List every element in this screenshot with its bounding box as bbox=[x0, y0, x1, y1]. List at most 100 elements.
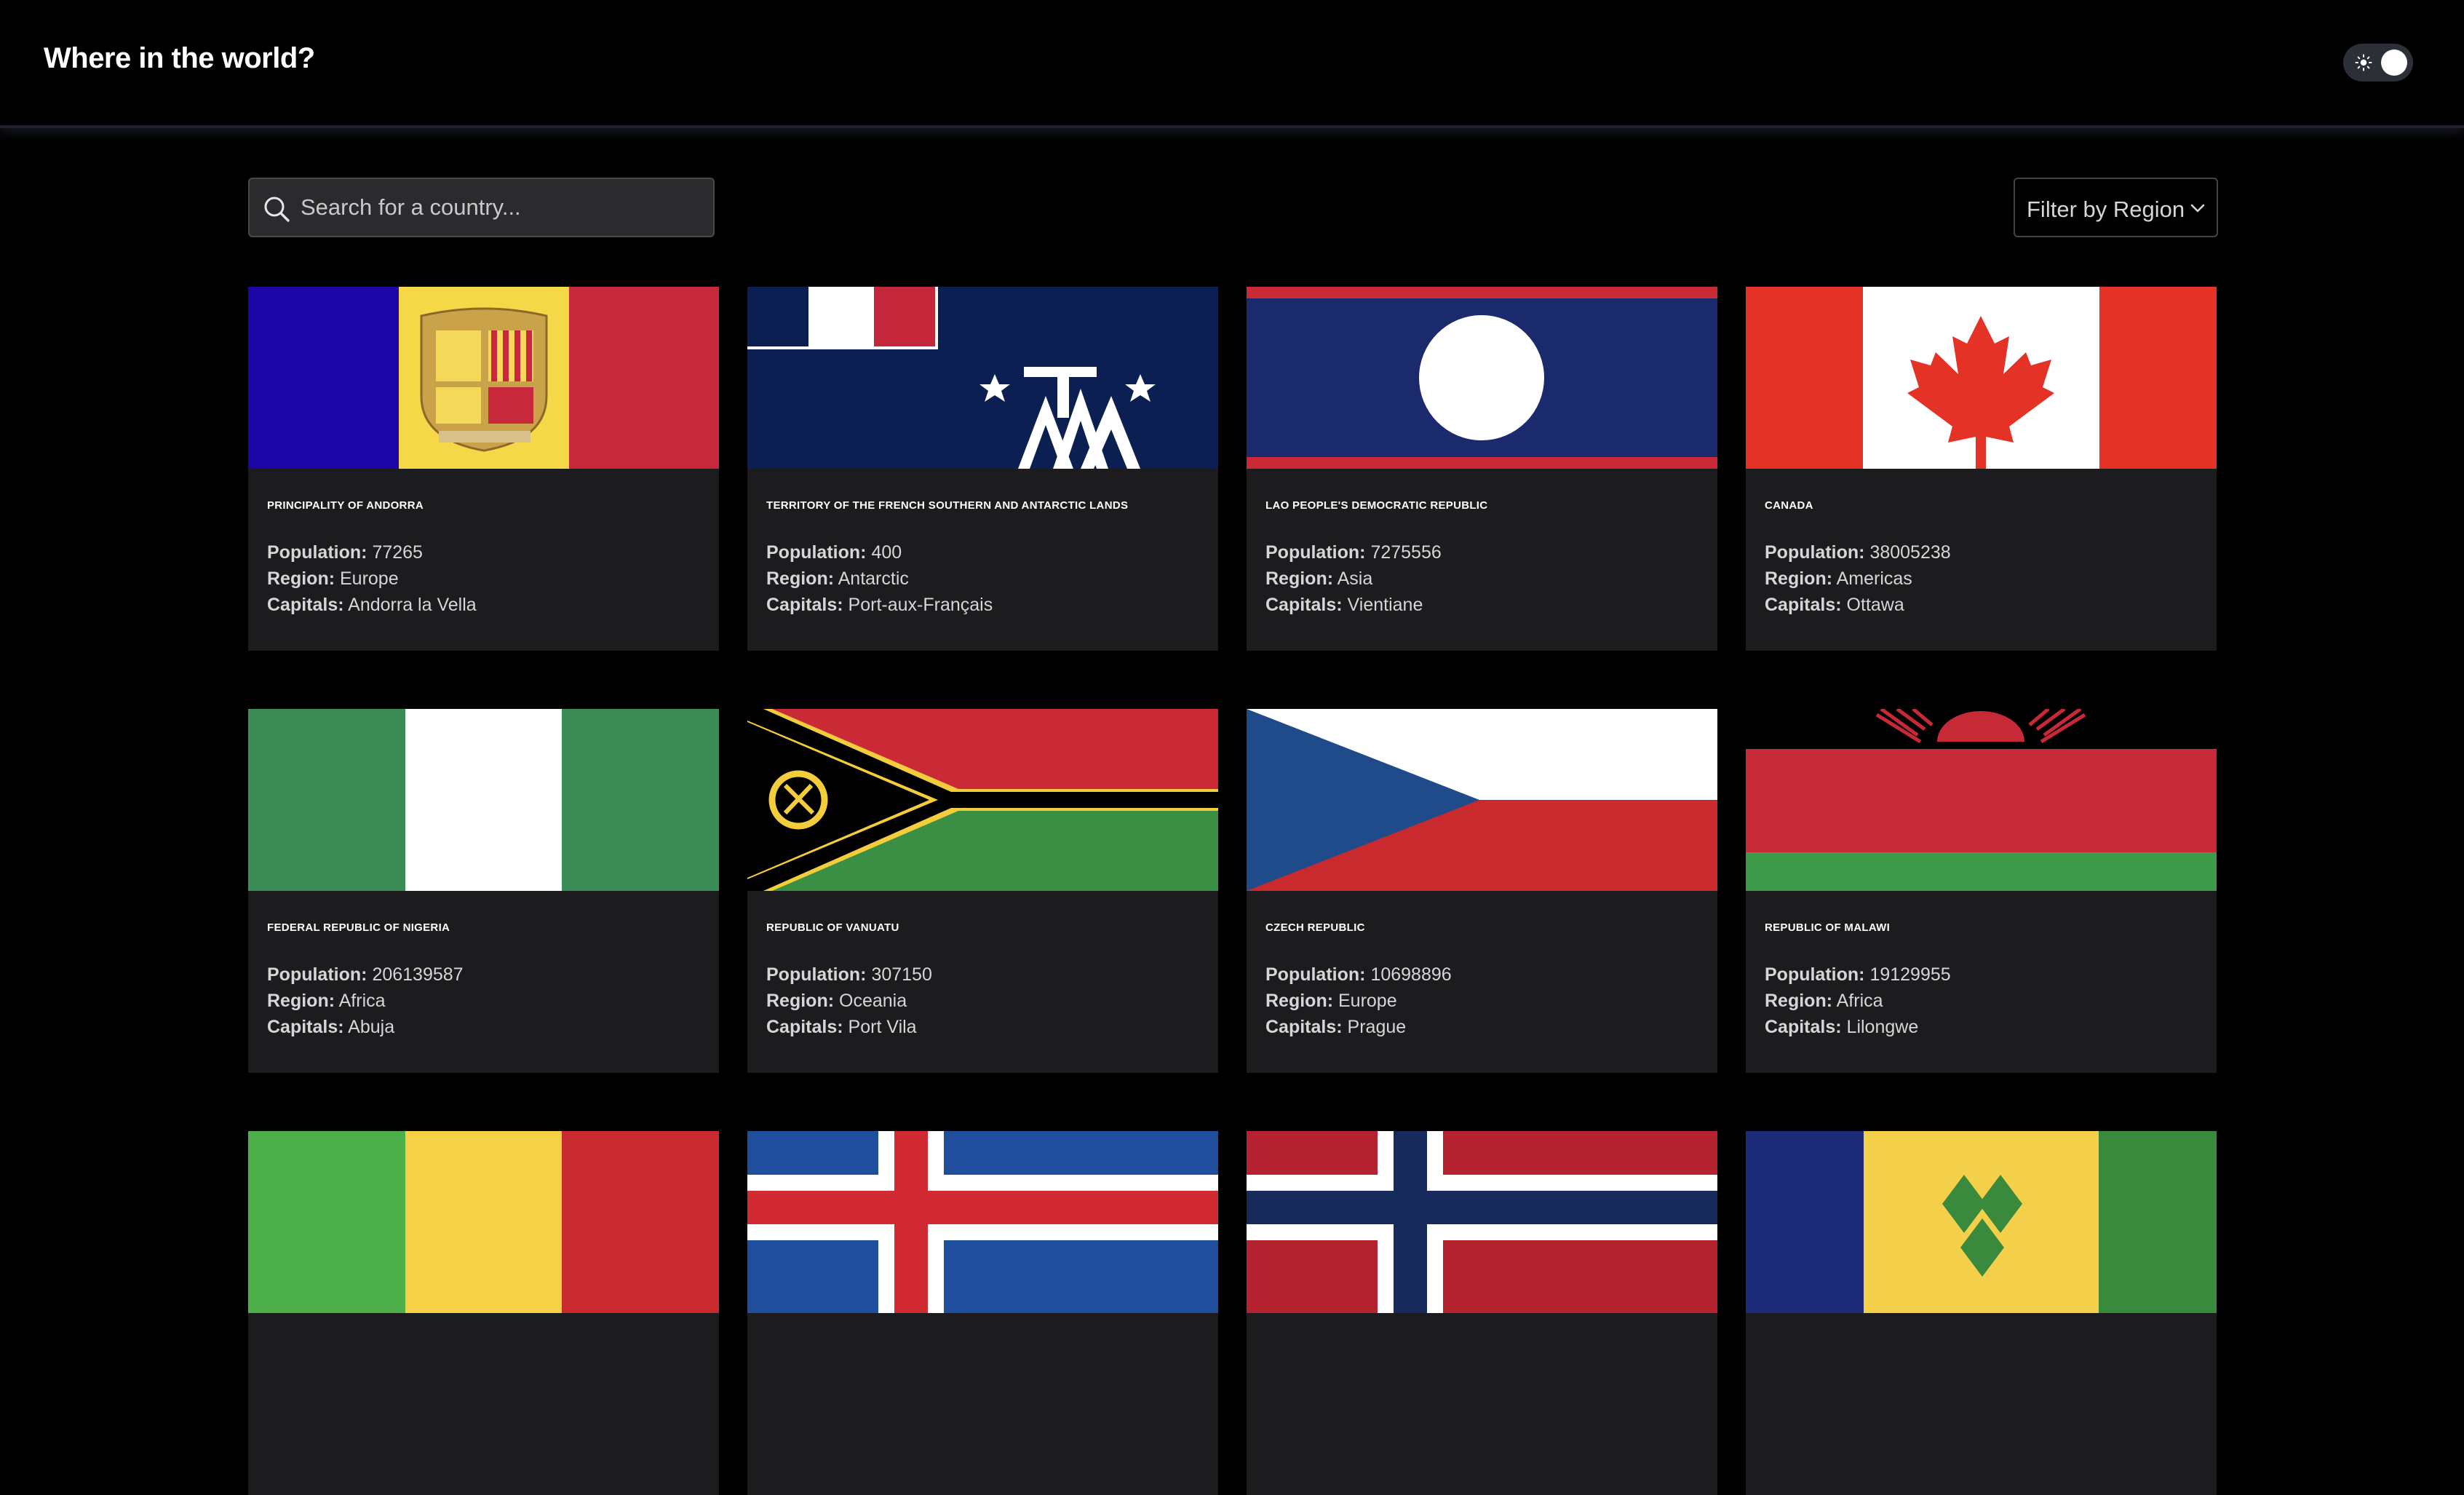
country-card[interactable]: REPUBLIC OF MALAWI Population: 19129955 … bbox=[1746, 709, 2217, 1073]
region-label: Region: bbox=[1765, 991, 1833, 1011]
flag-saint-vincent bbox=[1746, 1131, 2217, 1313]
capitals-stat: Capitals: Prague bbox=[1265, 1014, 1698, 1040]
flag-mali bbox=[248, 1131, 719, 1313]
capitals-value: Port-aux-Français bbox=[848, 595, 993, 615]
capitals-stat: Capitals: Port-aux-Français bbox=[766, 592, 1199, 618]
country-name[interactable]: REPUBLIC OF MALAWI bbox=[1765, 921, 2198, 934]
population-value: 400 bbox=[871, 542, 902, 563]
region-stat: Region: Africa bbox=[267, 988, 700, 1014]
country-card[interactable]: FEDERAL REPUBLIC OF NIGERIA Population: … bbox=[248, 709, 719, 1073]
population-value: 77265 bbox=[372, 542, 423, 563]
population-stat: Population: 400 bbox=[766, 539, 1199, 566]
population-label: Population: bbox=[766, 964, 867, 985]
capitals-value: Port Vila bbox=[848, 1017, 917, 1037]
population-value: 307150 bbox=[871, 964, 932, 985]
region-value: Americas bbox=[1836, 568, 1912, 589]
capitals-label: Capitals: bbox=[1765, 595, 1842, 615]
region-label: Region: bbox=[766, 568, 835, 589]
country-name[interactable]: CANADA bbox=[1765, 499, 2198, 512]
capitals-value: Ottawa bbox=[1846, 595, 1904, 615]
capitals-stat: Capitals: Lilongwe bbox=[1765, 1014, 2198, 1040]
region-stat: Region: Europe bbox=[1265, 988, 1698, 1014]
region-value: Europe bbox=[1338, 991, 1397, 1011]
region-value: Europe bbox=[340, 568, 399, 589]
capitals-label: Capitals: bbox=[766, 1017, 843, 1037]
region-stat: Region: Americas bbox=[1765, 566, 2198, 592]
country-name[interactable]: LAO PEOPLE'S DEMOCRATIC REPUBLIC bbox=[1265, 499, 1698, 512]
capitals-label: Capitals: bbox=[267, 1017, 344, 1037]
population-stat: Population: 10698896 bbox=[1265, 961, 1698, 988]
capitals-stat: Capitals: Andorra la Vella bbox=[267, 592, 700, 618]
capitals-stat: Capitals: Abuja bbox=[267, 1014, 700, 1040]
country-name[interactable]: TERRITORY OF THE FRENCH SOUTHERN AND ANT… bbox=[766, 499, 1199, 512]
region-label: Region: bbox=[1265, 568, 1334, 589]
country-card[interactable] bbox=[747, 1131, 1218, 1495]
population-label: Population: bbox=[1265, 964, 1366, 985]
country-name[interactable]: PRINCIPALITY OF ANDORRA bbox=[267, 499, 700, 512]
country-name[interactable]: CZECH REPUBLIC bbox=[1265, 921, 1698, 934]
population-value: 206139587 bbox=[372, 964, 464, 985]
country-card[interactable]: CANADA Population: 38005238 Region: Amer… bbox=[1746, 287, 2217, 651]
region-filter-dropdown[interactable]: Filter by Region bbox=[2014, 178, 2218, 237]
population-stat: Population: 77265 bbox=[267, 539, 700, 566]
region-stat: Region: Antarctic bbox=[766, 566, 1199, 592]
country-card[interactable]: CZECH REPUBLIC Population: 10698896 Regi… bbox=[1247, 709, 1717, 1073]
toggle-knob[interactable] bbox=[2381, 49, 2407, 76]
country-name[interactable]: REPUBLIC OF VANUATU bbox=[766, 921, 1199, 934]
country-card[interactable]: LAO PEOPLE'S DEMOCRATIC REPUBLIC Populat… bbox=[1247, 287, 1717, 651]
population-stat: Population: 307150 bbox=[766, 961, 1199, 988]
country-card[interactable] bbox=[1247, 1131, 1717, 1495]
region-value: Africa bbox=[1836, 991, 1883, 1011]
capitals-value: Lilongwe bbox=[1846, 1017, 1919, 1037]
country-card[interactable] bbox=[1746, 1131, 2217, 1495]
app-title: Where in the world? bbox=[44, 42, 315, 74]
capitals-stat: Capitals: Vientiane bbox=[1265, 592, 1698, 618]
flag-iceland bbox=[747, 1131, 1218, 1313]
population-label: Population: bbox=[1765, 542, 1865, 563]
region-stat: Region: Europe bbox=[267, 566, 700, 592]
flag-andorra bbox=[248, 287, 719, 469]
capitals-stat: Capitals: Port Vila bbox=[766, 1014, 1199, 1040]
region-stat: Region: Africa bbox=[1765, 988, 2198, 1014]
capitals-label: Capitals: bbox=[1265, 595, 1343, 615]
population-label: Population: bbox=[1765, 964, 1865, 985]
region-label: Region: bbox=[267, 568, 335, 589]
region-label: Region: bbox=[1765, 568, 1833, 589]
population-stat: Population: 19129955 bbox=[1765, 961, 2198, 988]
population-value: 38005238 bbox=[1869, 542, 1951, 563]
population-value: 10698896 bbox=[1370, 964, 1452, 985]
chevron-down-icon bbox=[2190, 204, 2205, 213]
capitals-value: Vientiane bbox=[1347, 595, 1423, 615]
search-input[interactable] bbox=[299, 179, 707, 236]
theme-toggle[interactable] bbox=[2343, 44, 2413, 82]
region-value: Antarctic bbox=[838, 568, 909, 589]
population-label: Population: bbox=[1265, 542, 1366, 563]
capitals-label: Capitals: bbox=[267, 595, 344, 615]
flag-malawi bbox=[1746, 709, 2217, 891]
search-box[interactable] bbox=[248, 178, 715, 237]
app-header: Where in the world? bbox=[0, 0, 2464, 128]
flag-nigeria bbox=[248, 709, 719, 891]
country-card[interactable]: TERRITORY OF THE FRENCH SOUTHERN AND ANT… bbox=[747, 287, 1218, 651]
population-label: Population: bbox=[267, 964, 367, 985]
country-grid: PRINCIPALITY OF ANDORRA Population: 7726… bbox=[248, 287, 2218, 1495]
capitals-stat: Capitals: Ottawa bbox=[1765, 592, 2198, 618]
capitals-value: Andorra la Vella bbox=[348, 595, 477, 615]
region-filter-label: Filter by Region bbox=[2027, 197, 2185, 222]
capitals-value: Abuja bbox=[348, 1017, 395, 1037]
capitals-label: Capitals: bbox=[1765, 1017, 1842, 1037]
search-icon bbox=[264, 197, 290, 222]
country-name[interactable]: FEDERAL REPUBLIC OF NIGERIA bbox=[267, 921, 700, 934]
population-stat: Population: 38005238 bbox=[1765, 539, 2198, 566]
flag-czech-republic bbox=[1247, 709, 1717, 891]
country-card[interactable]: PRINCIPALITY OF ANDORRA Population: 7726… bbox=[248, 287, 719, 651]
population-value: 19129955 bbox=[1869, 964, 1951, 985]
country-card[interactable] bbox=[248, 1131, 719, 1495]
flag-vanuatu bbox=[747, 709, 1218, 891]
population-stat: Population: 7275556 bbox=[1265, 539, 1698, 566]
region-value: Oceania bbox=[839, 991, 907, 1011]
country-card[interactable]: REPUBLIC OF VANUATU Population: 307150 R… bbox=[747, 709, 1218, 1073]
flag-laos bbox=[1247, 287, 1717, 469]
region-stat: Region: Oceania bbox=[766, 988, 1199, 1014]
region-label: Region: bbox=[267, 991, 335, 1011]
